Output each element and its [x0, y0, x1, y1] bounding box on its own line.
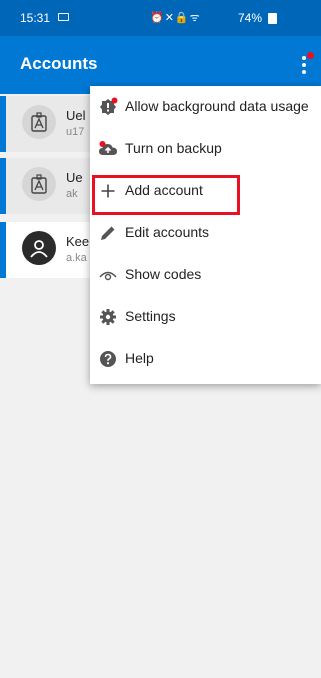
battery-icon [268, 13, 277, 24]
menu-item-help[interactable]: Help [90, 338, 321, 380]
overflow-menu: Allow background data usage Turn on back… [90, 86, 321, 384]
account-name: Uel [66, 108, 86, 123]
eye-icon [99, 271, 117, 281]
person-icon [30, 240, 48, 258]
status-system-icons: ⏰✕🔒ᯤ [150, 12, 201, 24]
menu-item-label: Show codes [125, 266, 202, 282]
menu-item-label: Allow background data usage [125, 98, 309, 114]
battery-level: 74% [238, 11, 263, 25]
pencil-icon [101, 226, 115, 240]
highlight-annotation [92, 175, 240, 215]
menu-item-show-codes[interactable]: Show codes [90, 254, 321, 296]
badge-avatar [22, 105, 56, 139]
menu-item-turn-on-backup[interactable]: Turn on backup [90, 128, 321, 170]
account-username: a.ka [66, 252, 87, 264]
cloud-upload-icon [99, 141, 117, 155]
notification-badge [307, 52, 314, 59]
menu-item-label: Turn on backup [125, 140, 222, 156]
account-username: u17 [66, 126, 85, 138]
menu-item-label: Settings [125, 308, 176, 324]
badge-avatar [22, 167, 56, 201]
account-username: ak [66, 188, 78, 200]
help-icon [100, 351, 116, 367]
account-name: Kee [66, 234, 90, 249]
menu-item-label: Help [125, 350, 154, 366]
id-badge-icon [31, 174, 47, 194]
gear-icon [100, 309, 116, 325]
menu-item-edit-accounts[interactable]: Edit accounts [90, 212, 321, 254]
id-badge-icon [31, 112, 47, 132]
account-name: Ue [66, 170, 83, 185]
person-avatar [22, 231, 56, 265]
page-title: Accounts [20, 54, 98, 73]
status-time: 15:31 [20, 11, 51, 25]
badge-alert-icon [100, 97, 118, 115]
gallery-notification-icon [58, 13, 69, 21]
menu-item-allow-background-data[interactable]: Allow background data usage [90, 86, 321, 128]
menu-item-settings[interactable]: Settings [90, 296, 321, 338]
status-bar: 15:31 ⏰✕🔒ᯤ 74% [0, 0, 321, 36]
menu-item-label: Edit accounts [125, 224, 210, 240]
